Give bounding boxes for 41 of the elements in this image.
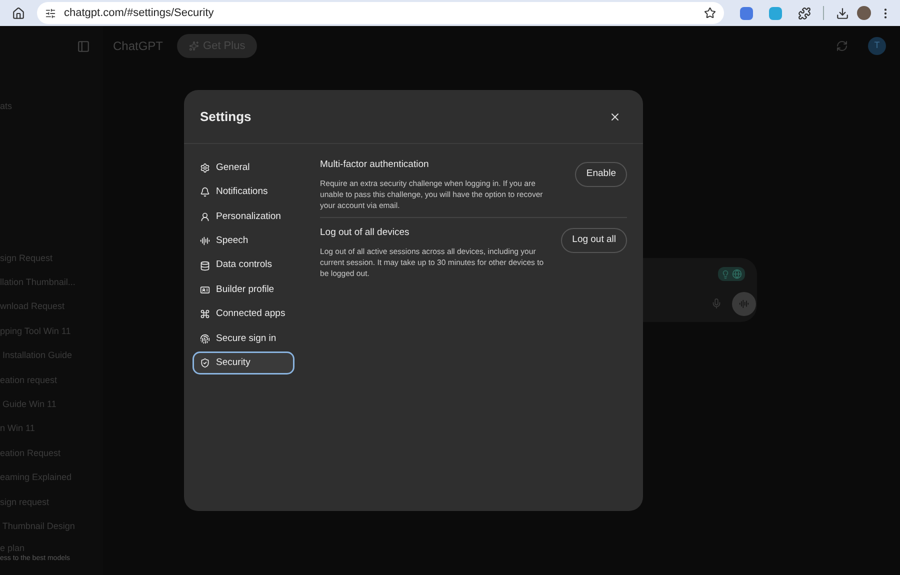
audio-lines-icon	[739, 299, 749, 309]
shield-icon	[200, 358, 210, 368]
url-text: chatgpt.com/#settings/Security	[64, 6, 215, 21]
settings-tab[interactable]: Personalization	[194, 206, 293, 227]
profile-avatar[interactable]	[857, 6, 871, 20]
star-icon[interactable]	[704, 7, 716, 19]
app-title: ChatGPT	[113, 38, 164, 55]
settings-tab[interactable]: Secure sign in	[194, 328, 293, 349]
close-icon[interactable]	[609, 110, 621, 122]
sparkle-icon	[189, 41, 200, 51]
site-settings-icon[interactable]	[45, 8, 56, 18]
section-title: Multi-factor authentication	[320, 158, 430, 172]
user-avatar[interactable]: T	[868, 37, 886, 55]
audio-lines-icon	[200, 236, 210, 246]
database-icon	[200, 260, 210, 271]
sidebar-toggle-icon[interactable]	[77, 40, 90, 52]
user-icon	[200, 212, 210, 222]
home-icon[interactable]	[12, 6, 25, 20]
globe-icon	[732, 269, 742, 279]
extensions-icon[interactable]	[798, 6, 811, 20]
lightbulb-icon	[721, 270, 730, 278]
download-icon[interactable]	[836, 6, 849, 20]
settings-tab[interactable]: Speech	[194, 231, 293, 252]
settings-tab[interactable]: Security	[194, 353, 293, 374]
settings-tab[interactable]: General	[194, 158, 293, 178]
composer-tools[interactable]	[718, 267, 745, 281]
id-card-icon	[200, 284, 210, 295]
settings-icon	[200, 163, 210, 173]
command-icon	[200, 309, 210, 320]
settings-tab[interactable]: Notifications	[194, 182, 293, 202]
settings-tab[interactable]: Connected apps	[194, 304, 293, 324]
address-bar[interactable]: chatgpt.com/#settings/Security	[37, 2, 724, 24]
dialog-title: Settings	[200, 108, 252, 126]
translate-extension-icon[interactable]	[740, 6, 753, 20]
log-out-all-button[interactable]: Log out all	[561, 228, 627, 253]
fingerprint-icon	[200, 334, 210, 344]
section-title: Log out of all devices	[320, 226, 410, 240]
bell-icon	[200, 187, 210, 198]
settings-tab[interactable]: Data controls	[194, 256, 293, 276]
settings-tab[interactable]: Builder profile	[194, 280, 293, 300]
enable-button[interactable]: Enable	[575, 162, 627, 187]
